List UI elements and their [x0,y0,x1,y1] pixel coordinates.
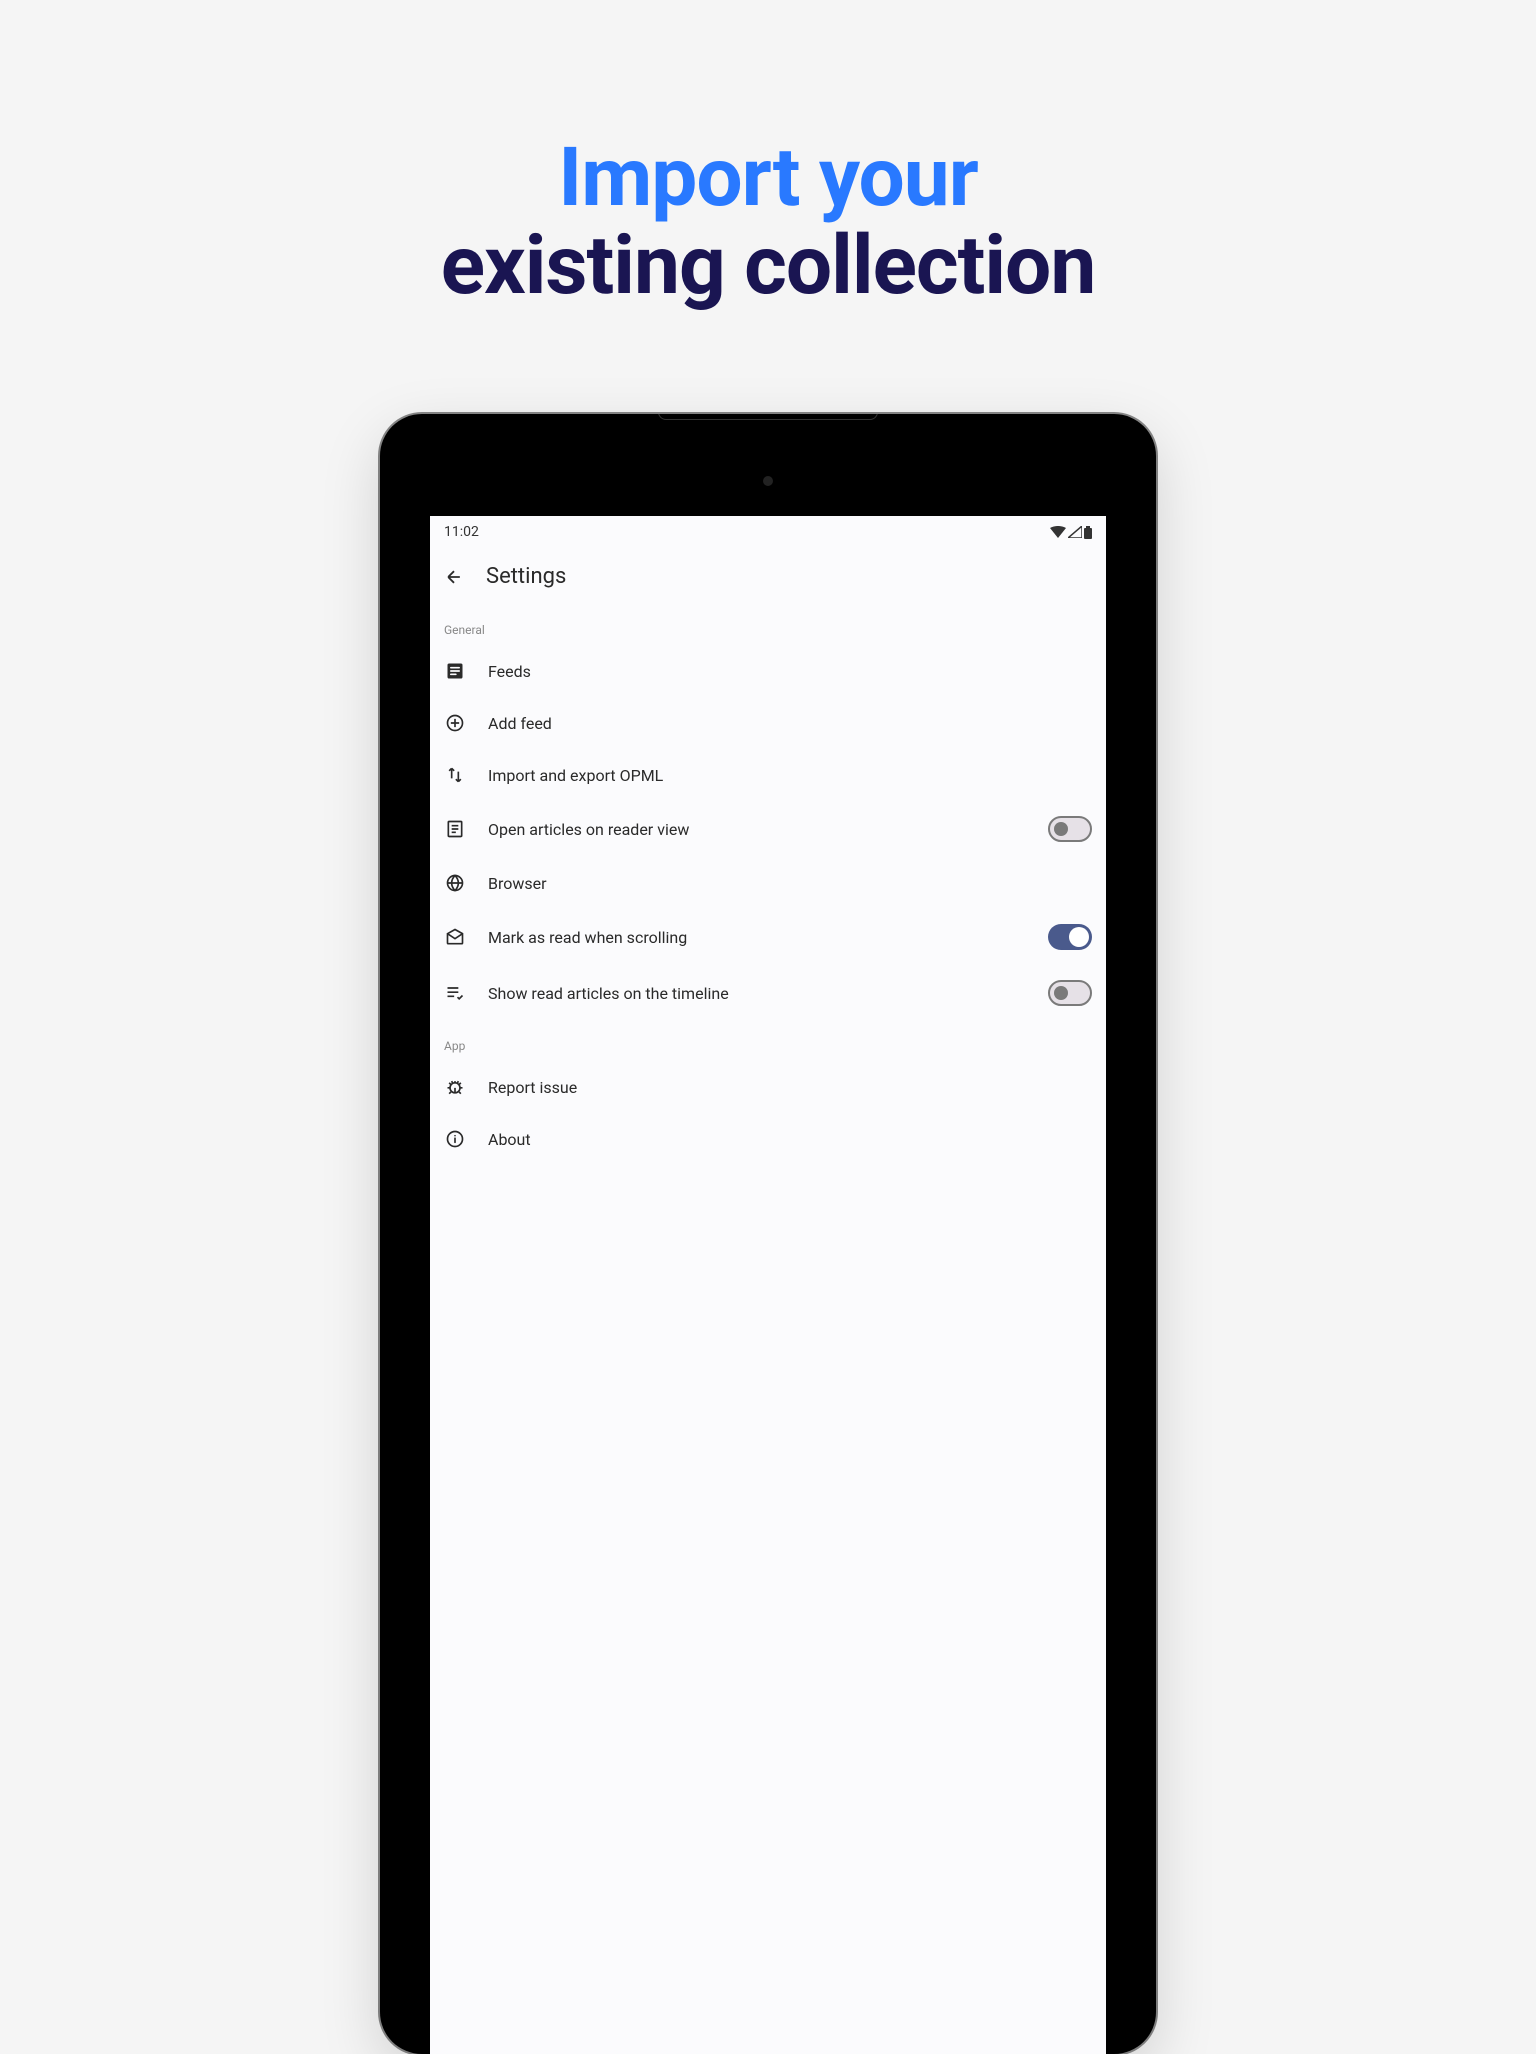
settings-item-report-issue[interactable]: Report issue [430,1061,1106,1113]
signal-icon [1068,526,1082,538]
settings-label-reader-view: Open articles on reader view [488,820,1026,839]
add-circle-icon [444,712,466,734]
settings-item-reader-view[interactable]: Open articles on reader view [430,801,1106,857]
toggle-mark-read[interactable] [1048,924,1092,950]
tablet-screen: 11:02 Settings General [430,516,1106,2054]
tablet-frame: 11:02 Settings General [380,414,1156,2054]
settings-label-import-export: Import and export OPML [488,766,1092,785]
tablet-notch [658,414,878,420]
page-title: Settings [486,564,566,589]
settings-label-mark-read: Mark as read when scrolling [488,928,1026,947]
settings-item-add-feed[interactable]: Add feed [430,697,1106,749]
app-bar: Settings [430,544,1106,605]
settings-item-feeds[interactable]: Feeds [430,645,1106,697]
settings-label-add-feed: Add feed [488,714,1092,733]
tablet-camera [763,476,773,486]
globe-icon [444,872,466,894]
section-header-app: App [430,1021,1106,1061]
bug-icon [444,1076,466,1098]
import-export-icon [444,764,466,786]
battery-icon [1084,526,1092,539]
wifi-icon [1050,526,1066,538]
settings-label-show-read: Show read articles on the timeline [488,984,1026,1003]
feeds-icon [444,660,466,682]
toggle-reader-view[interactable] [1048,816,1092,842]
promo-headline: Import your existing collection [0,0,1536,414]
promo-headline-line2: existing collection [0,218,1536,314]
section-header-general: General [430,605,1106,645]
settings-label-report-issue: Report issue [488,1078,1092,1097]
status-icons [1050,526,1092,539]
settings-item-import-export[interactable]: Import and export OPML [430,749,1106,801]
mail-read-icon [444,926,466,948]
settings-item-about[interactable]: About [430,1113,1106,1165]
toggle-show-read[interactable] [1048,980,1092,1006]
settings-item-mark-read[interactable]: Mark as read when scrolling [430,909,1106,965]
info-icon [444,1128,466,1150]
status-bar: 11:02 [430,516,1106,544]
settings-item-browser[interactable]: Browser [430,857,1106,909]
back-button[interactable] [444,567,464,587]
settings-item-show-read[interactable]: Show read articles on the timeline [430,965,1106,1021]
settings-label-browser: Browser [488,874,1092,893]
settings-label-feeds: Feeds [488,662,1092,681]
promo-headline-line1: Import your [0,130,1536,226]
settings-label-about: About [488,1130,1092,1149]
playlist-check-icon [444,982,466,1004]
article-icon [444,818,466,840]
status-time: 11:02 [444,524,479,540]
